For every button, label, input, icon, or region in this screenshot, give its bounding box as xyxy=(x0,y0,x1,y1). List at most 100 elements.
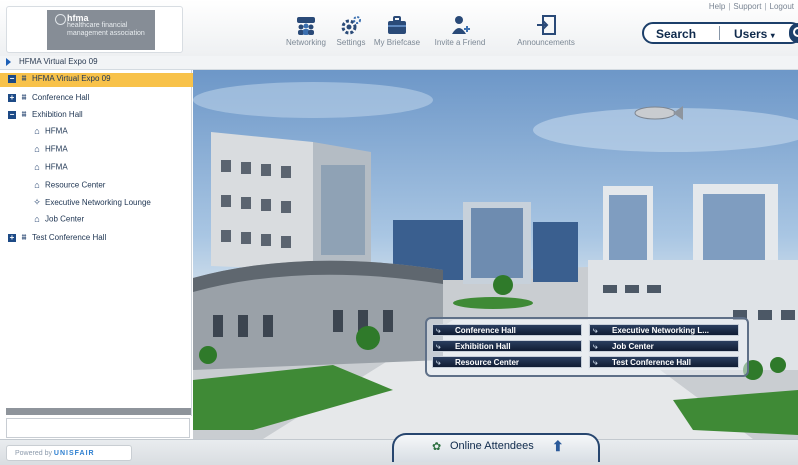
quick-link-label: Exhibition Hall xyxy=(455,342,511,351)
tree-item-hfma-booth-1[interactable]: ⌂ HFMA xyxy=(32,126,68,140)
nav-networking[interactable]: Networking xyxy=(283,14,329,54)
tree-item-label: Job Center xyxy=(45,214,85,224)
hall-icon: ⩩ xyxy=(21,232,27,242)
footer: Powered by UNISFAIR ✿ Online Attendees ⬆ xyxy=(0,433,798,465)
collapse-icon[interactable]: − xyxy=(8,74,16,83)
nav-settings[interactable]: Settings xyxy=(331,14,371,54)
tree-item-executive-networking-lounge[interactable]: ✧ Executive Networking Lounge xyxy=(32,197,151,211)
nav-invite-friend-label: Invite a Friend xyxy=(434,38,486,47)
tree-item-label: Exhibition Hall xyxy=(32,110,83,119)
hall-icon: ⩩ xyxy=(21,109,27,119)
sidebar-scrollbar[interactable] xyxy=(6,408,191,415)
breadcrumb-text[interactable]: HFMA Virtual Expo 09 xyxy=(19,57,98,66)
briefcase-icon xyxy=(388,16,406,34)
breadcrumb: HFMA Virtual Expo 09 xyxy=(0,56,798,70)
quick-link-exhibition-hall[interactable]: ⤷ Exhibition Hall xyxy=(432,340,582,352)
top-links: Help | Support | Logout xyxy=(708,2,794,11)
arrow-icon: ⤷ xyxy=(593,358,598,367)
tree-item-label: Resource Center xyxy=(45,180,106,190)
quick-link-resource-center[interactable]: ⤷ Resource Center xyxy=(432,356,582,368)
tree-item-label: Test Conference Hall xyxy=(32,233,107,242)
sidebar-text-field[interactable] xyxy=(6,418,190,438)
search-go-button[interactable] xyxy=(789,23,798,43)
quick-link-conference-hall[interactable]: ⤷ Conference Hall xyxy=(432,324,582,336)
tree-item-label: Conference Hall xyxy=(32,93,90,102)
arrow-icon: ⤷ xyxy=(593,342,598,351)
quick-link-label: Test Conference Hall xyxy=(612,358,691,367)
expand-icon[interactable]: + xyxy=(8,233,16,242)
nav-announcements[interactable]: Announcements xyxy=(508,14,584,54)
arrow-icon: ⤷ xyxy=(436,342,441,351)
booth-icon: ⌂ xyxy=(34,214,40,224)
quick-link-test-conference-hall[interactable]: ⤷ Test Conference Hall xyxy=(589,356,739,368)
tree-item-label: HFMA xyxy=(45,162,68,172)
arrow-icon: ⤷ xyxy=(436,358,441,367)
logo-box: hfma healthcare financial management ass… xyxy=(6,6,183,53)
tree-item-test-conference-hall[interactable]: + ⩩ Test Conference Hall xyxy=(8,232,106,246)
tree-item-label: HFMA xyxy=(45,126,68,136)
sidebar-tree: − ⩩ HFMA Virtual Expo 09 + ⩩ Conference Hall… xyxy=(0,70,199,438)
chevron-down-icon: ▾ xyxy=(770,31,775,40)
tree-item-resource-center[interactable]: ⌂ Resource Center xyxy=(32,180,105,194)
online-attendees-label: Online Attendees xyxy=(450,440,534,452)
nav-announcements-label: Announcements xyxy=(517,38,575,47)
announcements-icon xyxy=(537,15,556,35)
tree-item-label: HFMA Virtual Expo 09 xyxy=(32,74,111,83)
expo-campus-illustration xyxy=(193,82,798,439)
booth-icon: ⌂ xyxy=(34,180,40,190)
logo-name: hfma xyxy=(67,13,89,23)
tree-item-exhibition-hall[interactable]: − ⩩ Exhibition Hall xyxy=(8,109,83,123)
breadcrumb-arrow-icon xyxy=(6,58,11,66)
search-scope-select[interactable]: Users ▾ xyxy=(734,27,775,41)
tree-item-job-center[interactable]: ⌂ Job Center xyxy=(32,214,84,228)
quick-link-job-center[interactable]: ⤷ Job Center xyxy=(589,340,739,352)
nav-settings-label: Settings xyxy=(336,38,366,47)
quick-link-label: Conference Hall xyxy=(455,326,516,335)
nav-my-briefcase-label: My Briefcase xyxy=(373,38,421,47)
logo-tagline: healthcare financial management associat… xyxy=(67,22,145,37)
arrow-icon: ⤷ xyxy=(593,326,598,335)
settings-gear-icon xyxy=(341,16,361,35)
expand-icon[interactable]: + xyxy=(8,93,16,102)
arrow-icon: ⤷ xyxy=(436,326,441,335)
quick-navigation-menu: ⤷ Conference Hall ⤷ Executive Networking L… xyxy=(425,317,749,377)
tree-item-hfma-booth-3[interactable]: ⌂ HFMA xyxy=(32,162,68,176)
tree-item-label: HFMA xyxy=(45,144,68,154)
booth-icon: ⌂ xyxy=(34,162,40,172)
search-box[interactable]: Search Users ▾ xyxy=(642,22,798,44)
online-attendees-tab[interactable]: ✿ Online Attendees ⬆ xyxy=(392,433,600,462)
arrow-up-icon[interactable]: ⬆ xyxy=(552,438,564,455)
quick-link-label: Job Center xyxy=(612,342,654,351)
nav-invite-friend[interactable]: Invite a Friend xyxy=(428,14,492,54)
tree-item-hfma-booth-2[interactable]: ⌂ HFMA xyxy=(32,144,68,158)
nav-my-briefcase[interactable]: My Briefcase xyxy=(372,14,422,54)
search-divider xyxy=(719,26,720,40)
quick-link-executive-networking[interactable]: ⤷ Executive Networking L... xyxy=(589,324,739,336)
hall-icon: ⩩ xyxy=(21,92,27,102)
hall-icon: ⩩ xyxy=(21,73,27,83)
header: hfma healthcare financial management ass… xyxy=(0,0,798,57)
hfma-logo[interactable]: hfma healthcare financial management ass… xyxy=(47,10,155,50)
unisfair-brand: UNISFAIR xyxy=(53,450,95,457)
search-scope-value: Users xyxy=(734,27,768,41)
powered-by-text: Powered by xyxy=(15,450,52,457)
quick-link-label: Resource Center xyxy=(455,358,520,367)
collapse-icon[interactable]: − xyxy=(8,110,16,119)
tree-item-hfma-virtual-expo[interactable]: − ⩩ HFMA Virtual Expo 09 xyxy=(0,73,199,87)
invite-friend-icon xyxy=(452,16,470,34)
nav-networking-label: Networking xyxy=(285,38,326,47)
support-link[interactable]: Support xyxy=(733,2,761,11)
quick-link-label: Executive Networking L... xyxy=(612,326,709,335)
attendees-icon: ✿ xyxy=(432,441,442,453)
virtual-expo-scene[interactable]: ⤷ Conference Hall ⤷ Executive Networking L… xyxy=(193,70,798,439)
tree-item-label: Executive Networking Lounge xyxy=(45,198,151,207)
booth-icon: ⌂ xyxy=(34,144,40,154)
networking-icon xyxy=(297,17,315,35)
help-link[interactable]: Help xyxy=(709,2,725,11)
logo-mark-icon xyxy=(55,14,66,25)
booth-icon: ⌂ xyxy=(34,126,40,136)
powered-by-badge[interactable]: Powered by UNISFAIR xyxy=(6,445,132,461)
tree-item-conference-hall[interactable]: + ⩩ Conference Hall xyxy=(8,92,89,106)
logout-link[interactable]: Logout xyxy=(770,2,794,11)
search-icon xyxy=(793,27,798,37)
